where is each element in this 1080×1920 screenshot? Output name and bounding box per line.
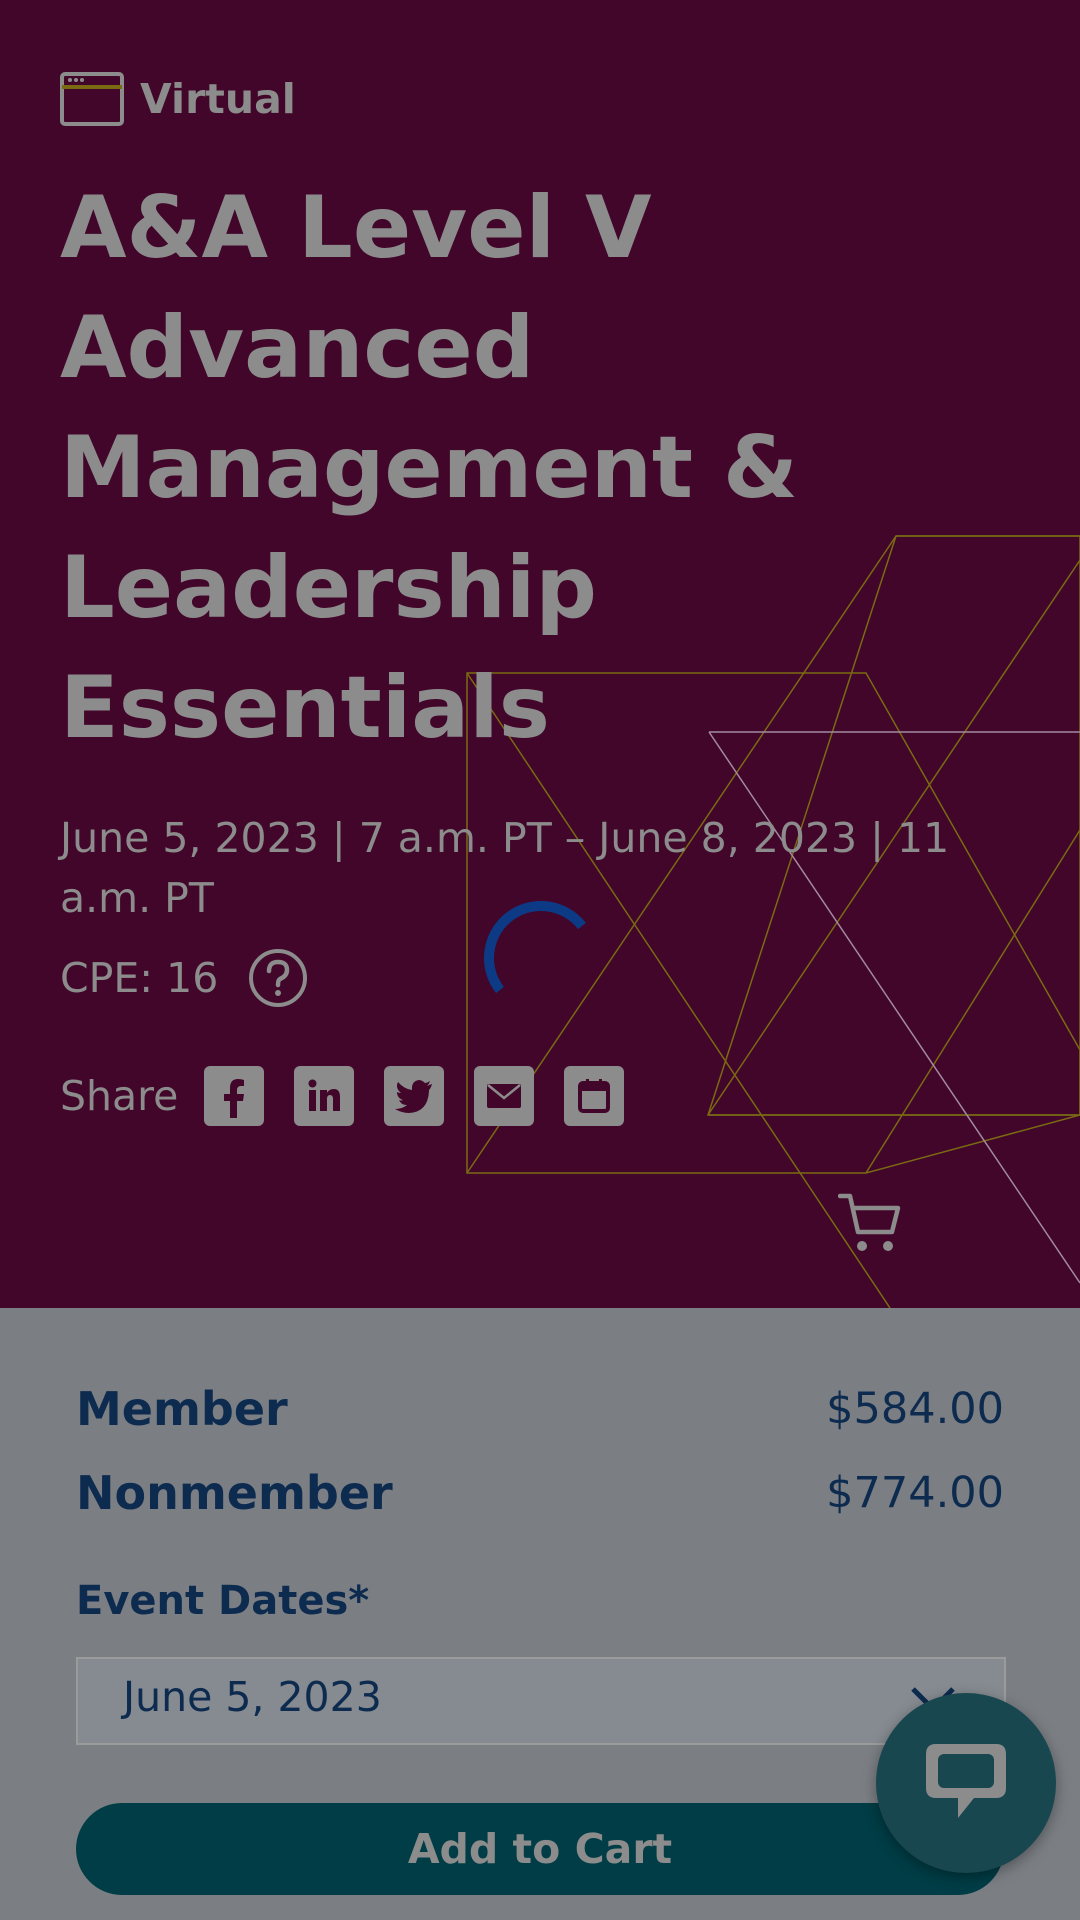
cpe-credits: CPE: 16: [60, 954, 219, 1002]
cart-icon[interactable]: [838, 1192, 904, 1254]
chat-button[interactable]: [876, 1693, 1056, 1873]
page-title: A&A Level V Advanced Management & Leader…: [60, 178, 798, 758]
calendar-icon: [578, 1079, 611, 1113]
cpe-row: CPE: 16: [60, 948, 308, 1008]
event-dates-label: Event Dates*: [76, 1578, 370, 1624]
linkedin-icon: [308, 1079, 341, 1111]
loading-spinner-icon: [483, 900, 586, 994]
share-label: Share: [60, 1072, 179, 1120]
nonmember-price-row: Nonmember $774.00: [76, 1466, 1004, 1520]
share-row: Share: [60, 1066, 654, 1126]
event-hero: Virtual A&A Level V Advanced Management …: [0, 0, 1080, 1308]
nonmember-price: $774.00: [826, 1468, 1004, 1518]
twitter-icon: [395, 1080, 433, 1113]
member-price-row: Member $584.00: [76, 1382, 1004, 1436]
add-to-calendar-button[interactable]: [564, 1066, 625, 1126]
facebook-icon: [224, 1079, 245, 1118]
help-icon[interactable]: [248, 948, 308, 1008]
email-icon: [487, 1084, 522, 1108]
member-label: Member: [76, 1382, 288, 1436]
event-date-selected-value: June 5, 2023: [123, 1673, 382, 1721]
share-facebook-button[interactable]: [204, 1066, 265, 1126]
nonmember-label: Nonmember: [76, 1466, 393, 1520]
share-twitter-button[interactable]: [384, 1066, 445, 1126]
member-price: $584.00: [826, 1384, 1004, 1434]
chat-bubble-icon: [926, 1744, 1006, 1818]
format-label: Virtual: [140, 75, 296, 123]
format-badge: Virtual: [60, 72, 296, 126]
add-to-cart-button[interactable]: Add to Cart: [76, 1803, 1004, 1895]
share-email-button[interactable]: [474, 1066, 535, 1126]
browser-window-icon: [60, 72, 124, 126]
share-linkedin-button[interactable]: [294, 1066, 355, 1126]
event-date-select[interactable]: June 5, 2023: [76, 1657, 1006, 1745]
